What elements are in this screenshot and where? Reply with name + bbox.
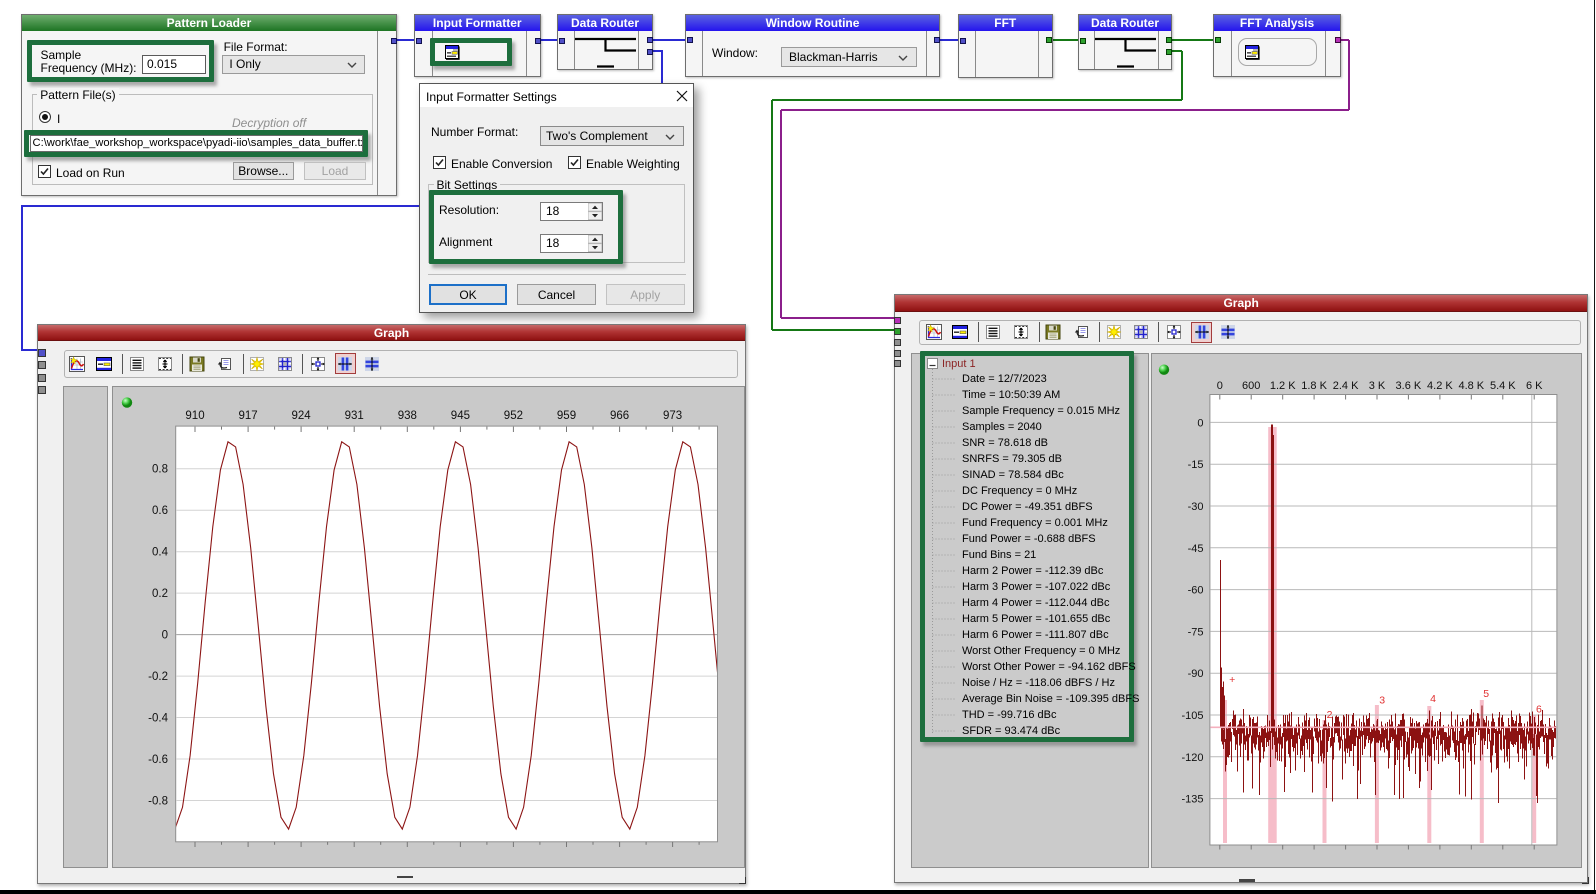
svg-text:-105: -105 [1181,710,1203,722]
svg-text:6 K: 6 K [1525,380,1542,392]
svg-text:0.6: 0.6 [152,506,168,518]
svg-text:0.8: 0.8 [152,464,168,476]
svg-text:959: 959 [557,410,576,422]
svg-text:+: + [1229,674,1235,686]
svg-text:-0.8: -0.8 [148,796,168,808]
svg-text:-15: -15 [1187,459,1203,471]
svg-text:966: 966 [610,410,629,422]
svg-text:2.4 K: 2.4 K [1332,380,1358,392]
svg-text:0.4: 0.4 [152,547,169,559]
svg-text:910: 910 [185,410,204,422]
svg-text:-135: -135 [1181,794,1203,806]
svg-text:952: 952 [504,410,523,422]
svg-text:3 K: 3 K [1368,380,1385,392]
svg-text:0: 0 [1197,417,1203,429]
svg-text:-0.2: -0.2 [148,671,168,683]
svg-text:6: 6 [1535,704,1541,716]
svg-text:3: 3 [1379,694,1385,706]
svg-text:2: 2 [1326,709,1332,721]
svg-text:917: 917 [239,410,258,422]
svg-text:-0.6: -0.6 [148,754,168,766]
svg-text:5.4 K: 5.4 K [1489,380,1515,392]
svg-text:-45: -45 [1187,543,1203,555]
svg-text:-90: -90 [1187,668,1203,680]
svg-text:600: 600 [1242,380,1260,392]
svg-text:4: 4 [1430,693,1436,705]
svg-text:3.6 K: 3.6 K [1395,380,1421,392]
svg-text:-120: -120 [1181,752,1203,764]
svg-text:0: 0 [162,630,168,642]
svg-text:-75: -75 [1187,626,1203,638]
svg-text:0: 0 [1216,380,1222,392]
svg-text:5: 5 [1483,688,1489,700]
svg-text:4.8 K: 4.8 K [1458,380,1484,392]
svg-text:924: 924 [292,410,312,422]
svg-text:-60: -60 [1187,585,1203,597]
svg-text:1.2 K: 1.2 K [1269,380,1295,392]
svg-text:938: 938 [398,410,417,422]
svg-text:-30: -30 [1187,501,1203,513]
svg-text:973: 973 [663,410,682,422]
svg-text:-0.4: -0.4 [148,713,168,725]
svg-text:945: 945 [451,410,470,422]
svg-text:0.2: 0.2 [152,588,168,600]
svg-text:4.2 K: 4.2 K [1427,380,1453,392]
svg-text:1.8 K: 1.8 K [1301,380,1327,392]
svg-text:931: 931 [345,410,364,422]
